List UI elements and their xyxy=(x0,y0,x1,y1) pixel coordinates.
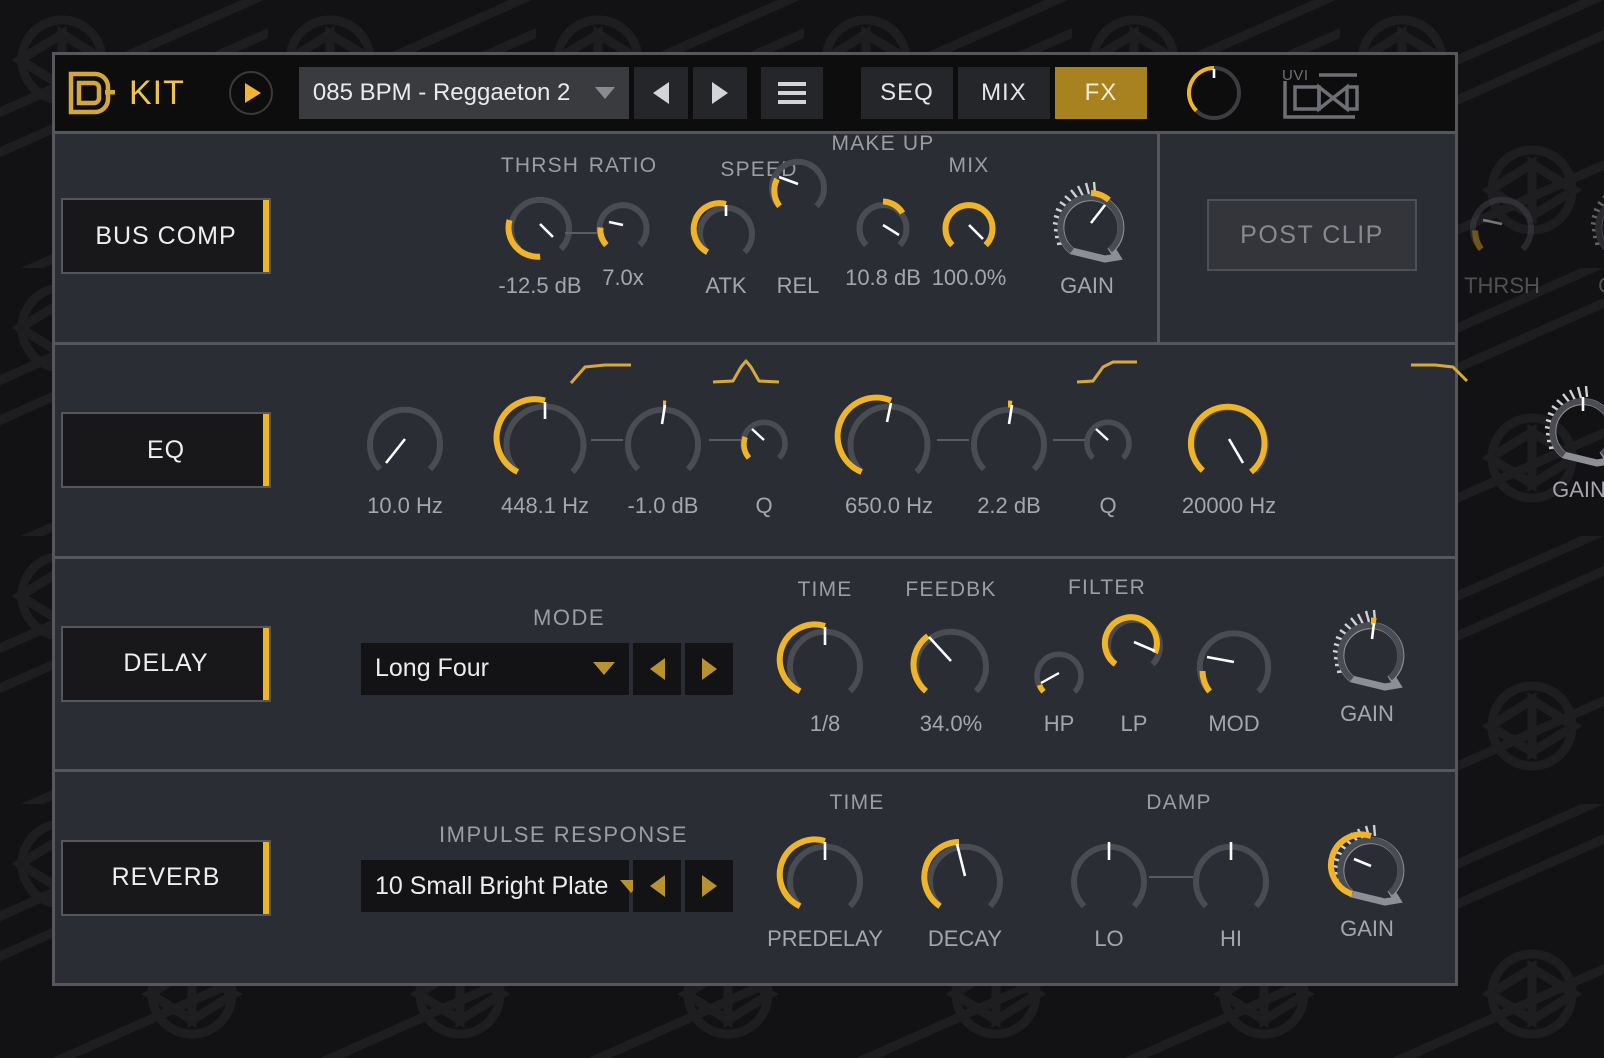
reverb-ir-prev-button[interactable] xyxy=(633,860,681,913)
reverb-ir-value: 10 Small Bright Plate xyxy=(375,871,609,900)
delay-gain-knob[interactable]: GAIN xyxy=(1319,601,1419,726)
tab-seq[interactable]: SEQ xyxy=(860,67,953,119)
eq-gain-knob[interactable]: GAIN xyxy=(1531,377,1604,502)
eq-bell-q-knob[interactable]: Q xyxy=(739,415,789,518)
plugin-window: KIT 085 BPM - Reggaeton 2 SEQ MIX FX UVI… xyxy=(52,52,1604,986)
bell-curve-icon xyxy=(711,357,781,385)
reverb-ir-next-button[interactable] xyxy=(685,860,733,913)
bell-freq-gain-link xyxy=(591,438,623,441)
reverb-gain-knob[interactable]: GAIN xyxy=(1319,816,1419,941)
delay-left: DELAY xyxy=(55,559,277,770)
mix-knob[interactable]: MIX 100.0% xyxy=(932,154,1007,290)
reverb-predelay-knob[interactable]: TIME PREDELAY xyxy=(767,791,883,951)
triangle-right-icon xyxy=(701,657,717,680)
main-menu-button[interactable] xyxy=(760,67,823,119)
ratio-knob[interactable]: RATIO 7.0x xyxy=(589,154,656,290)
delay-lp-knob[interactable]: LP xyxy=(1101,611,1165,736)
plugin-header: KIT 085 BPM - Reggaeton 2 SEQ MIX FX UVI xyxy=(55,55,1455,134)
section-bus-comp: BUS COMP THRSH -12.5 dB RATIO 7.0x SPEED… xyxy=(55,131,1604,345)
bus-comp-controls: THRSH -12.5 dB RATIO 7.0x SPEED ATK REL … xyxy=(277,131,1604,342)
master-volume-knob[interactable] xyxy=(1183,62,1245,124)
delay-feedback-knob[interactable]: FEEDBK 34.0% xyxy=(905,578,995,736)
reverb-damp-lo-knob[interactable]: DAMP LO xyxy=(1067,791,1211,951)
tab-mix[interactable]: MIX xyxy=(957,67,1050,119)
tab-fx[interactable]: FX xyxy=(1054,67,1147,119)
threshold-knob[interactable]: THRSH -12.5 dB xyxy=(498,154,581,298)
view-tabs: SEQ MIX FX xyxy=(860,67,1147,119)
thrsh-ratio-link xyxy=(565,232,597,234)
eq-left: EQ xyxy=(55,345,277,556)
eq-shelf-freq-knob[interactable]: 650.0 Hz xyxy=(834,393,935,518)
triangle-left-icon xyxy=(649,657,665,680)
reverb-left: REVERB xyxy=(55,772,277,983)
preset-selector[interactable]: 085 BPM - Reggaeton 2 xyxy=(298,67,629,119)
chevron-down-icon xyxy=(594,87,615,99)
shelf-freq-gain-link xyxy=(937,438,969,441)
triangle-right-icon xyxy=(711,82,728,104)
highshelf-curve-icon xyxy=(1075,357,1141,385)
shelf-gain-q-link xyxy=(1053,438,1085,441)
bus-comp-left: BUS COMP xyxy=(55,131,277,342)
reverb-damp-hi-knob[interactable]: HI xyxy=(1189,834,1273,951)
preset-prev-button[interactable] xyxy=(633,67,688,119)
reverb-ir-label: IMPULSE RESPONSE xyxy=(439,822,688,848)
eq-controls: 10.0 Hz 448.1 Hz -1.0 dB Q 650.0 Hz 2.2 … xyxy=(277,345,1604,556)
preset-next-button[interactable] xyxy=(692,67,747,119)
release-knob[interactable]: REL xyxy=(767,153,829,298)
fx-sections: BUS COMP THRSH -12.5 dB RATIO 7.0x SPEED… xyxy=(55,131,1604,983)
delay-mode-next-button[interactable] xyxy=(685,642,733,695)
eq-shelf-q-knob[interactable]: Q xyxy=(1083,415,1133,518)
delay-toggle-button[interactable]: DELAY xyxy=(61,625,271,702)
delay-mode-label: MODE xyxy=(533,604,605,630)
play-button[interactable] xyxy=(228,71,273,115)
section-eq: EQ 10.0 Hz 448.1 Hz -1.0 dB Q 650.0 Hz 2… xyxy=(55,345,1604,559)
delay-hp-knob[interactable]: FILTER HP xyxy=(1033,576,1145,736)
reverb-impulse-response-select[interactable]: 10 Small Bright Plate xyxy=(361,860,733,913)
preset-name-label: 085 BPM - Reggaeton 2 xyxy=(312,79,571,106)
section-delay: DELAY MODE Long Four TIME 1/8 FEEDBK 34.… xyxy=(55,559,1455,773)
reverb-decay-knob[interactable]: DECAY xyxy=(921,834,1007,951)
eq-lowpass-freq-knob[interactable]: 20000 Hz xyxy=(1182,395,1276,518)
eq-toggle-button[interactable]: EQ xyxy=(61,412,271,489)
reverb-toggle-button[interactable]: REVERB xyxy=(61,839,271,916)
delay-mode-select[interactable]: Long Four xyxy=(361,642,733,695)
delay-mod-knob[interactable]: MOD xyxy=(1193,621,1275,736)
eq-shelf-gain-knob[interactable]: 2.2 dB xyxy=(967,397,1051,518)
play-icon xyxy=(244,83,261,103)
gain-knob[interactable]: GAIN xyxy=(1039,173,1139,298)
eq-bell-gain-knob[interactable]: -1.0 dB xyxy=(621,397,705,518)
triangle-right-icon xyxy=(701,875,717,898)
bus-comp-postclip-divider xyxy=(1157,131,1160,342)
chevron-down-icon xyxy=(593,662,615,675)
triangle-left-icon xyxy=(652,82,669,104)
postclip-threshold-knob[interactable]: THRSH xyxy=(1464,189,1540,298)
delay-time-knob[interactable]: TIME 1/8 xyxy=(776,578,867,736)
uvi-falcon-d-logo xyxy=(65,69,115,117)
delay-mode-prev-button[interactable] xyxy=(633,642,681,695)
makeup-knob[interactable]: MAKE UP 10.8 dB xyxy=(832,132,934,290)
reverb-controls: IMPULSE RESPONSE 10 Small Bright Plate T… xyxy=(277,772,1455,983)
eq-bell-freq-knob[interactable]: 448.1 Hz xyxy=(493,393,591,518)
section-reverb: REVERB IMPULSE RESPONSE 10 Small Bright … xyxy=(55,772,1455,983)
bell-gain-q-link xyxy=(709,438,741,441)
hamburger-menu-icon xyxy=(777,77,806,109)
eq-lowcut-freq-knob[interactable]: 10.0 Hz xyxy=(363,397,447,518)
bus-comp-toggle-button[interactable]: BUS COMP xyxy=(61,198,271,275)
postclip-gain-knob[interactable]: GAIN xyxy=(1577,173,1604,298)
triangle-left-icon xyxy=(649,875,665,898)
attack-knob[interactable]: SPEED ATK xyxy=(690,158,796,298)
page-title: KIT xyxy=(129,73,185,112)
highpass-curve-icon xyxy=(569,359,635,385)
delay-controls: MODE Long Four TIME 1/8 FEEDBK 34.0% FIL… xyxy=(277,559,1455,770)
delay-mode-value: Long Four xyxy=(375,654,489,682)
post-clip-toggle-button[interactable]: POST CLIP xyxy=(1207,199,1417,271)
lowpass-curve-icon xyxy=(1409,359,1471,385)
uvi-infinity-logo: UVI xyxy=(1281,65,1359,121)
damp-lo-hi-link xyxy=(1149,876,1193,879)
